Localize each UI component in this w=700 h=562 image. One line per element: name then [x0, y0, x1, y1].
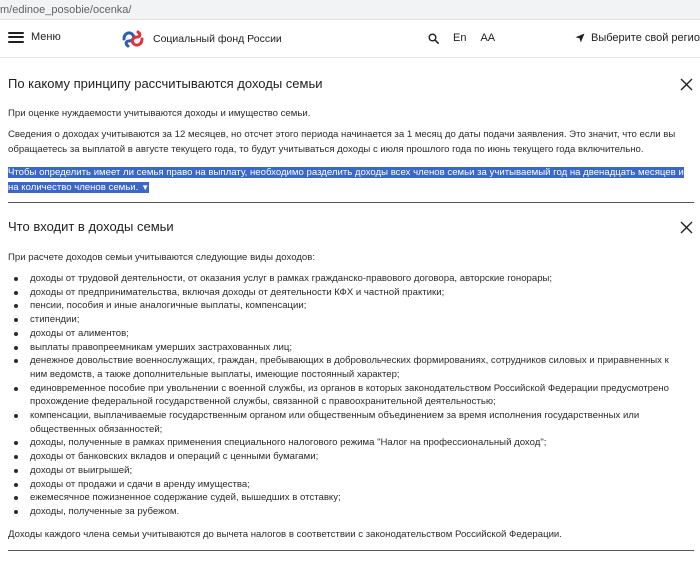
paragraph-income-outro: Доходы каждого члена семьи учитываются д…: [8, 529, 562, 540]
location-arrow-icon: [575, 33, 585, 43]
menu-button[interactable]: Меню: [8, 31, 61, 43]
accordion-section-income-principle: По какому принципу рассчитываются доходы…: [8, 76, 694, 91]
highlighted-paragraph: Чтобы определить имеет ли семья право на…: [8, 166, 690, 195]
brand-logo-link[interactable]: Социальный фонд России: [122, 29, 282, 49]
header-tools: En AA: [428, 32, 495, 44]
list-item: доходы от трудовой деятельности, от оказ…: [8, 272, 684, 286]
list-item: доходы, полученные в рамках применения с…: [8, 436, 684, 450]
hamburger-icon: [8, 31, 24, 43]
close-icon[interactable]: [680, 221, 693, 234]
social-fund-logo-icon: [122, 30, 144, 48]
income-types-list: доходы от трудовой деятельности, от оказ…: [8, 272, 684, 519]
accordion-section-family-income: Что входит в доходы семьи: [8, 219, 694, 234]
close-icon[interactable]: [680, 78, 693, 91]
section-title[interactable]: Что входит в доходы семьи: [8, 219, 694, 234]
list-item: выплаты правопреемникам умерших застрахо…: [8, 341, 684, 355]
highlighted-text: Чтобы определить имеет ли семья право на…: [8, 167, 684, 193]
list-item: компенсации, выплачиваемые государственн…: [8, 409, 684, 436]
paragraph-assessment: При оценке нуждаемости учитываются доход…: [8, 108, 311, 119]
list-item: доходы, полученные за рубежом.: [8, 505, 684, 519]
list-item: единовременное пособие при увольнении с …: [8, 382, 684, 409]
search-icon[interactable]: [428, 33, 439, 44]
list-item: пенсии, пособия и иные аналогичные выпла…: [8, 299, 684, 313]
region-selector[interactable]: Выберите свой регион: [575, 32, 700, 44]
list-item: ежемесячное пожизненное содержание судей…: [8, 491, 684, 505]
section-title[interactable]: По какому принципу рассчитываются доходы…: [8, 76, 694, 91]
menu-label: Меню: [31, 31, 61, 43]
list-item: доходы от выигрышей;: [8, 464, 684, 478]
list-item: доходы от алиментов;: [8, 327, 684, 341]
brand-name: Социальный фонд России: [153, 33, 282, 45]
paragraph-income-intro: При расчете доходов семьи учитываются сл…: [8, 252, 316, 263]
address-bar-url: m/edinoe_posobie/ocenka/: [0, 4, 132, 16]
list-item: доходы от предпринимательства, включая д…: [8, 286, 684, 300]
paragraph-income-period: Сведения о доходах учитываются за 12 мес…: [8, 129, 676, 155]
list-item: доходы от продажи и сдачи в аренду имуще…: [8, 478, 684, 492]
section-divider: [8, 202, 694, 203]
caret-down-icon[interactable]: ▼: [141, 183, 149, 192]
list-item: доходы от банковских вкладов и операций …: [8, 450, 684, 464]
list-item: денежное довольствие военнослужащих, гра…: [8, 354, 684, 381]
address-bar[interactable]: m/edinoe_posobie/ocenka/: [0, 0, 700, 20]
font-size-toggle[interactable]: AA: [480, 32, 495, 44]
language-switch[interactable]: En: [453, 32, 466, 44]
site-header: Меню Социальный фонд России En AA Выбери…: [0, 20, 700, 58]
list-item: стипендии;: [8, 313, 684, 327]
region-selector-label: Выберите свой регион: [591, 32, 700, 44]
section-divider: [8, 550, 694, 551]
